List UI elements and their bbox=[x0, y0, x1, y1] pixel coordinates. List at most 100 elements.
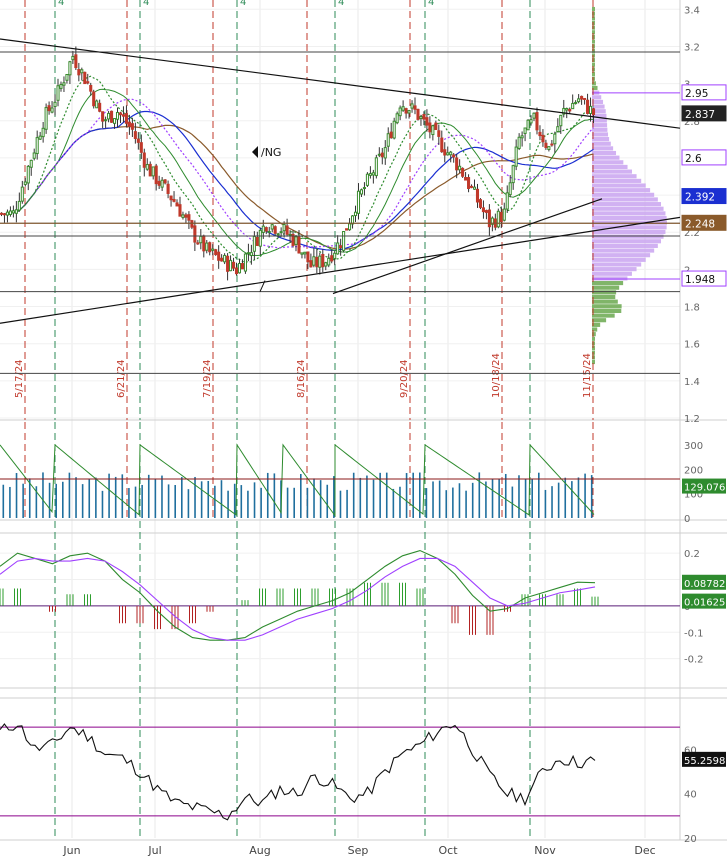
profile-bar bbox=[592, 169, 632, 174]
candle-up bbox=[261, 225, 265, 233]
date-marker-label: 9/20/24 bbox=[399, 359, 410, 398]
candle-up bbox=[5, 211, 9, 216]
macd-tick-label: 0.2 bbox=[684, 549, 700, 560]
candle-down bbox=[2, 213, 7, 216]
candle-up bbox=[458, 165, 462, 171]
candle-up bbox=[104, 119, 108, 122]
candle-down bbox=[187, 214, 191, 221]
price-badge-text: 2.95 bbox=[685, 88, 708, 100]
candle-down bbox=[440, 137, 444, 153]
candle-up bbox=[368, 173, 372, 176]
candle-up bbox=[205, 242, 209, 251]
candle-up bbox=[502, 208, 506, 221]
rsi-badge-text: 55.2598 bbox=[684, 756, 725, 767]
price-tick-label: 3.2 bbox=[684, 42, 700, 53]
candle-down bbox=[184, 214, 188, 218]
profile-bar bbox=[592, 243, 658, 248]
candle-up bbox=[160, 179, 164, 188]
candle-down bbox=[124, 113, 128, 124]
candle-down bbox=[452, 154, 456, 158]
chart-root: 4 4 4 4 4 5/17/24 6/21/24 7/19/24 8/16/24 9/20/24… bbox=[0, 0, 727, 857]
candle-down bbox=[118, 112, 123, 116]
candle-up bbox=[62, 82, 66, 86]
candle-down bbox=[461, 167, 465, 177]
rsi-tick-label: 40 bbox=[684, 790, 697, 801]
candle-down bbox=[74, 54, 78, 69]
candle-up bbox=[68, 61, 72, 76]
profile-bar bbox=[592, 6, 595, 12]
candle-up bbox=[577, 98, 581, 103]
candle-up bbox=[353, 211, 358, 217]
price-badge-text: 2.6 bbox=[685, 153, 702, 165]
candle-down bbox=[416, 108, 420, 120]
profile-bar bbox=[592, 318, 607, 323]
price-badge-text: 1.948 bbox=[685, 274, 715, 286]
macd-panel-bg bbox=[0, 535, 680, 687]
candle-down bbox=[535, 112, 539, 131]
candle-up bbox=[243, 253, 247, 272]
volume-tick-label: 300 bbox=[684, 441, 703, 452]
candle-down bbox=[413, 105, 417, 110]
candle-down bbox=[541, 134, 545, 143]
x-tick-label: Oct bbox=[438, 844, 458, 857]
profile-bar bbox=[592, 183, 646, 188]
candle-up bbox=[505, 192, 509, 210]
profile-bar bbox=[592, 188, 651, 193]
date-marker-label: 5/17/24 bbox=[14, 359, 25, 398]
green-marker-label: 4 bbox=[143, 0, 149, 8]
candle-up bbox=[288, 233, 292, 236]
candle-down bbox=[130, 123, 134, 130]
candle-down bbox=[208, 242, 212, 253]
candle-down bbox=[92, 91, 96, 107]
candle-down bbox=[544, 142, 548, 148]
rsi-panel-bg bbox=[0, 700, 680, 838]
candle-up bbox=[336, 242, 340, 255]
candle-down bbox=[139, 142, 143, 153]
price-badge-text: 2.392 bbox=[685, 192, 715, 204]
profile-bar bbox=[592, 132, 609, 137]
price-tick-label: 1.2 bbox=[684, 414, 700, 425]
green-marker-label: 4 bbox=[58, 0, 64, 8]
profile-bar bbox=[592, 118, 607, 123]
candle-up bbox=[574, 101, 578, 104]
x-tick-label: Aug bbox=[249, 844, 270, 857]
candle-up bbox=[318, 255, 322, 268]
candle-up bbox=[38, 135, 42, 140]
candle-up bbox=[270, 224, 274, 230]
candle-down bbox=[455, 157, 459, 171]
candle-down bbox=[110, 110, 114, 123]
candle-down bbox=[586, 99, 590, 114]
date-marker-label: 6/21/24 bbox=[116, 359, 127, 398]
candle-up bbox=[374, 157, 378, 177]
macd-tick-label: -0.1 bbox=[684, 628, 704, 639]
candle-up bbox=[11, 210, 15, 214]
profile-bar bbox=[592, 123, 608, 128]
profile-bar bbox=[592, 280, 624, 286]
candle-down bbox=[475, 188, 480, 203]
candle-up bbox=[517, 136, 521, 149]
candle-down bbox=[550, 143, 554, 146]
profile-bar bbox=[592, 276, 628, 281]
date-marker-label: 7/19/24 bbox=[202, 359, 213, 398]
profile-bar bbox=[592, 253, 651, 258]
candle-up bbox=[359, 189, 364, 195]
candle-up bbox=[294, 236, 298, 245]
rsi-tick-label: 20 bbox=[684, 834, 697, 845]
candle-down bbox=[467, 177, 471, 189]
price-badge-text: 2.837 bbox=[685, 109, 715, 121]
candle-down bbox=[89, 84, 93, 92]
candle-down bbox=[240, 263, 245, 270]
candle-down bbox=[591, 108, 596, 115]
profile-bar bbox=[592, 290, 617, 295]
candle-up bbox=[8, 210, 12, 216]
candle-down bbox=[538, 131, 542, 137]
profile-bar bbox=[592, 229, 666, 235]
candle-up bbox=[526, 119, 530, 131]
candle-up bbox=[59, 84, 63, 89]
candle-up bbox=[211, 248, 215, 251]
profile-bar bbox=[592, 336, 595, 341]
candle-down bbox=[321, 254, 325, 268]
candle-up bbox=[472, 186, 477, 190]
candle-up bbox=[547, 146, 551, 150]
candle-up bbox=[151, 166, 155, 177]
